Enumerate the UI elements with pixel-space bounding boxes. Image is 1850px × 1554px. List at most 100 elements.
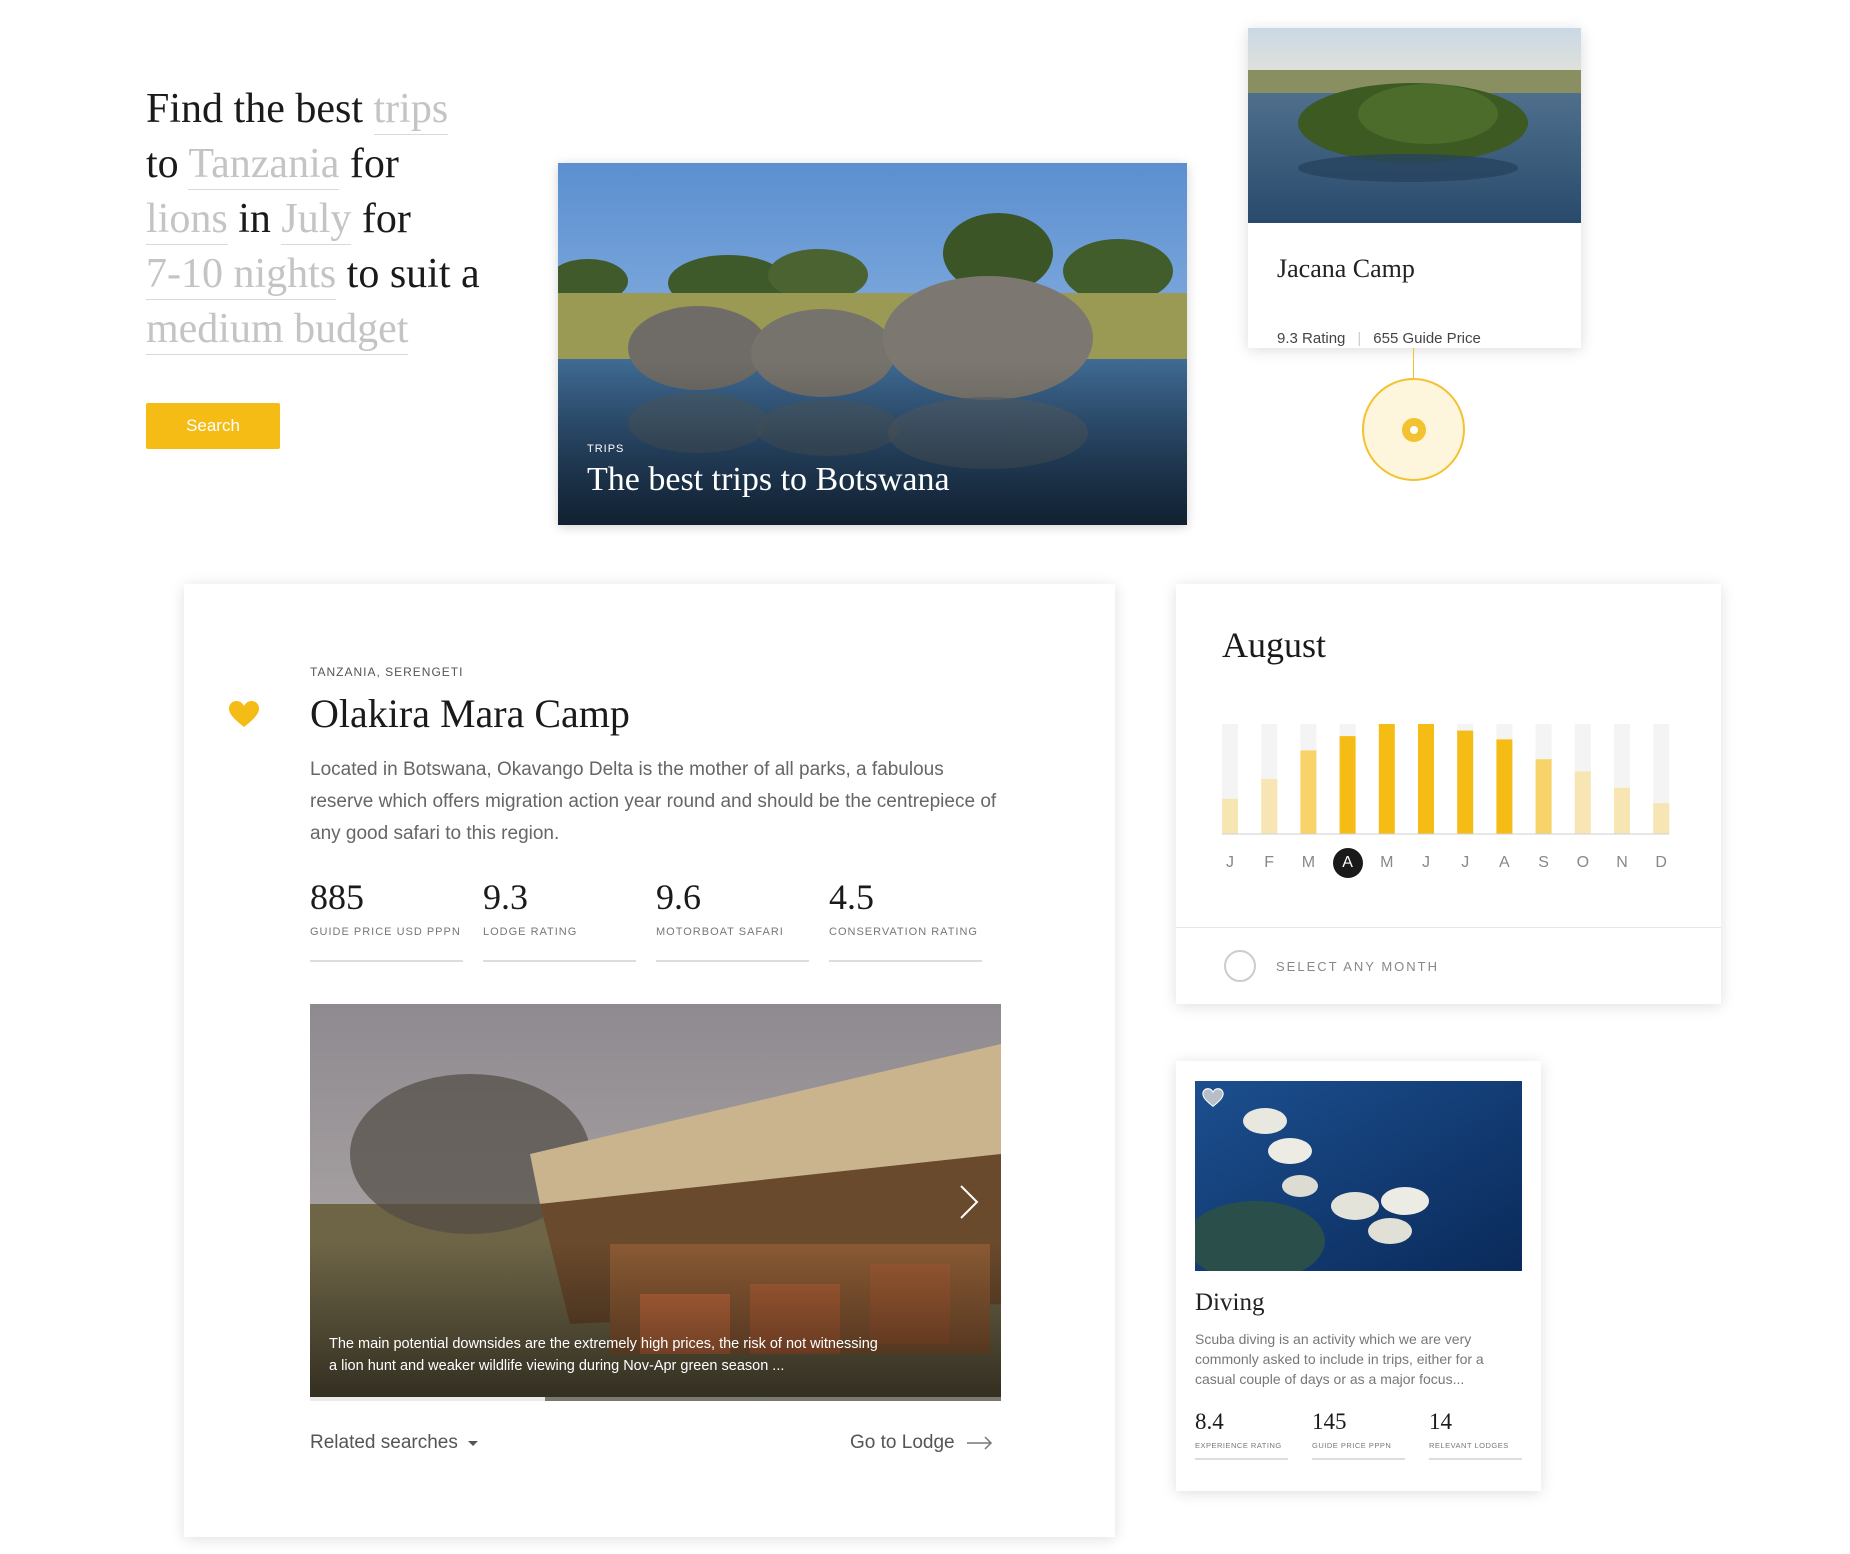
sentence-text: to — [146, 141, 179, 187]
related-searches-label: Related searches — [310, 1432, 458, 1453]
month-selector[interactable]: July — [281, 196, 352, 245]
sentence-text: in — [238, 196, 271, 242]
interest-selector[interactable]: lions — [146, 196, 228, 245]
stat-value: 4.5 — [829, 877, 874, 917]
go-to-lodge-link[interactable]: Go to Lodge — [850, 1432, 993, 1454]
camp-price: 655 Guide Price — [1373, 330, 1481, 347]
island-photo — [1248, 28, 1581, 223]
gallery-progress-fill — [310, 1397, 545, 1401]
sentence-text: to suit a — [346, 251, 480, 297]
activity-description: Scuba diving is an activity which we are… — [1195, 1331, 1484, 1387]
sentence-text: for — [361, 196, 411, 242]
budget-selector[interactable]: medium budget — [146, 306, 409, 355]
gallery-progress — [310, 1397, 1001, 1401]
sentence-line-2: to Tanzania for — [146, 137, 506, 192]
sentence-line-3: lions in July for — [146, 192, 506, 247]
card-title: The best trips to Botswana — [587, 461, 950, 498]
favorite-heart-icon[interactable] — [1202, 1088, 1224, 1107]
camp-name: Jacana Camp — [1277, 254, 1415, 283]
sentence-text: Find the best — [146, 86, 363, 132]
month-bar-2[interactable] — [1300, 750, 1317, 834]
olakira-camp-card: TANZANIA, SERENGETI Olakira Mara Camp Lo… — [184, 584, 1115, 1537]
stat-label: CONSERVATION RATING — [829, 926, 978, 938]
activity-title: Diving — [1195, 1289, 1265, 1316]
stat-lodge-rating: 9.3 LODGE RATING — [483, 876, 636, 962]
stat-experience-rating: 8.4 EXPERIENCE RATING — [1195, 1409, 1288, 1460]
trip-type-selector[interactable]: trips — [373, 86, 449, 135]
month-bar-8[interactable] — [1535, 759, 1552, 834]
stat-value: 9.6 — [656, 877, 701, 917]
month-option-0[interactable]: J — [1215, 848, 1245, 878]
month-bar-11[interactable] — [1653, 803, 1670, 834]
chevron-right-icon[interactable] — [957, 1182, 981, 1222]
stat-conservation-rating: 4.5 CONSERVATION RATING — [829, 876, 982, 962]
camp-name: Olakira Mara Camp — [310, 691, 630, 736]
botswana-trips-card[interactable]: TRIPS The best trips to Botswana — [558, 163, 1187, 525]
month-bar-5[interactable] — [1418, 724, 1434, 834]
month-bar-6[interactable] — [1457, 730, 1474, 834]
sentence-line-1: Find the best trips — [146, 82, 506, 137]
month-option-2[interactable]: M — [1293, 848, 1323, 878]
stat-guide-price: 145 GUIDE PRICE PPPN — [1312, 1409, 1405, 1460]
select-any-month-option[interactable]: SELECT ANY MONTH — [1224, 950, 1439, 982]
search-sentence: Find the best trips to Tanzania for lion… — [146, 82, 506, 357]
favorite-heart-icon[interactable] — [228, 700, 260, 728]
month-option-6[interactable]: J — [1450, 848, 1480, 878]
destination-selector[interactable]: Tanzania — [188, 141, 340, 190]
stat-label: LODGE RATING — [483, 926, 578, 938]
stat-label: MOTORBOAT SAFARI — [656, 926, 784, 938]
month-option-11[interactable]: D — [1646, 848, 1676, 878]
stat-motorboat-safari: 9.6 MOTORBOAT SAFARI — [656, 876, 809, 962]
month-bar-4[interactable] — [1378, 724, 1395, 834]
stat-label: GUIDE PRICE USD PPPN — [310, 926, 461, 938]
arrow-right-icon — [966, 1436, 992, 1450]
stat-value: 145 — [1312, 1409, 1347, 1434]
month-bar-10[interactable] — [1614, 787, 1630, 834]
stat-relevant-lodges: 14 RELEVANT LODGES — [1429, 1409, 1522, 1460]
month-bar-9[interactable] — [1574, 771, 1591, 834]
best-month-card: August SELECT ANY MONTH JFMAMJJASOND — [1176, 584, 1721, 1004]
radio-button[interactable] — [1224, 950, 1256, 982]
month-option-8[interactable]: S — [1529, 848, 1559, 878]
any-month-label: SELECT ANY MONTH — [1276, 958, 1439, 974]
stat-label: RELEVANT LODGES — [1429, 1441, 1509, 1450]
fish-photo — [1195, 1081, 1522, 1271]
month-bar-7[interactable] — [1496, 739, 1513, 834]
stat-value: 14 — [1429, 1409, 1452, 1434]
stat-guide-price: 885 GUIDE PRICE USD PPPN — [310, 876, 463, 962]
month-option-10[interactable]: N — [1607, 848, 1637, 878]
month-bar-3[interactable] — [1339, 736, 1356, 834]
month-option-7[interactable]: A — [1489, 848, 1519, 878]
camp-photo-gallery[interactable]: The main potential downsides are the ext… — [310, 1004, 1001, 1401]
camp-meta: 9.3 Rating | 655 Guide Price — [1277, 330, 1481, 347]
camp-location: TANZANIA, SERENGETI — [310, 665, 464, 679]
go-to-lodge-label: Go to Lodge — [850, 1432, 955, 1453]
camp-rating: 9.3 Rating — [1277, 330, 1346, 347]
map-pin-connector — [1413, 348, 1414, 378]
month-option-5[interactable]: J — [1411, 848, 1441, 878]
month-bar-1[interactable] — [1261, 779, 1278, 834]
month-option-4[interactable]: M — [1372, 848, 1402, 878]
month-option-9[interactable]: O — [1568, 848, 1598, 878]
map-pin-icon[interactable] — [1402, 418, 1426, 442]
category-tag: TRIPS — [587, 443, 625, 455]
activity-stats: 8.4 EXPERIENCE RATING 145 GUIDE PRICE PP… — [1195, 1409, 1522, 1460]
diving-activity-card[interactable]: Diving Scuba diving is an activity which… — [1176, 1061, 1541, 1491]
duration-selector[interactable]: 7-10 nights — [146, 251, 337, 300]
sentence-text: for — [349, 141, 399, 187]
related-searches-dropdown[interactable]: Related searches — [310, 1432, 478, 1454]
jacana-camp-card[interactable]: Jacana Camp 9.3 Rating | 655 Guide Price — [1248, 28, 1581, 348]
stat-label: GUIDE PRICE PPPN — [1312, 1441, 1392, 1450]
stat-value: 8.4 — [1195, 1409, 1224, 1434]
stat-value: 885 — [310, 877, 364, 917]
month-option-1[interactable]: F — [1254, 848, 1284, 878]
caret-down-icon — [467, 1440, 478, 1446]
divider — [1176, 927, 1721, 928]
month-option-3[interactable]: A — [1332, 848, 1363, 878]
monthly-suitability-chart — [1222, 724, 1670, 835]
month-bar-0[interactable] — [1222, 798, 1238, 834]
camp-description: Located in Botswana, Okavango Delta is t… — [310, 759, 997, 844]
gallery-caption: The main potential downsides are the ext… — [329, 1336, 878, 1374]
search-button[interactable]: Search — [146, 403, 280, 449]
meta-separator: | — [1357, 330, 1362, 347]
